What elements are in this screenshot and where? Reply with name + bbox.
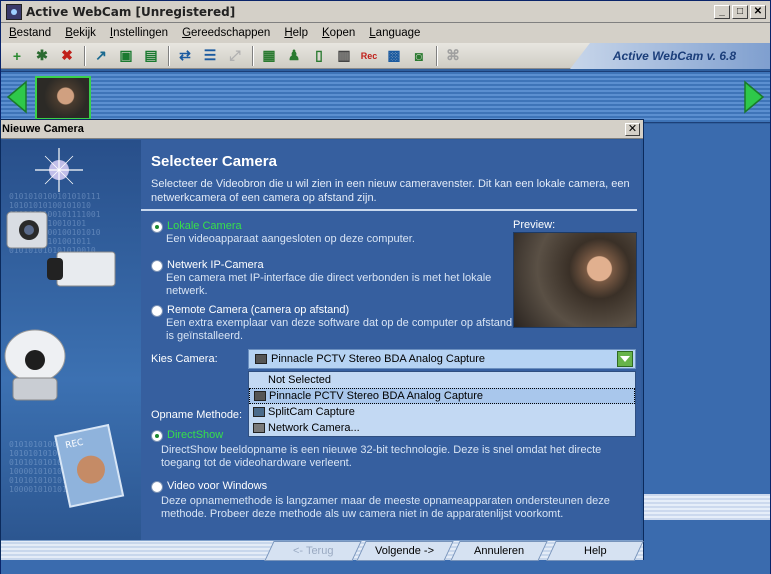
source-label: Remote Camera (camera op afstand): [167, 304, 350, 316]
toolbar-separator: [436, 45, 438, 66]
method-label: DirectShow: [167, 429, 224, 441]
camera-artwork: 0101010100101010111 10101010100101010 01…: [1, 140, 141, 540]
camera-dropdown-list: Not Selected Pinnacle PCTV Stereo BDA An…: [248, 371, 636, 437]
add-camera-icon[interactable]: +: [7, 46, 27, 66]
source-description: Een extra exemplaar van deze software da…: [166, 317, 513, 342]
cancel-button[interactable]: Annuleren: [450, 541, 548, 561]
cameras-illustration: REC: [4, 148, 125, 508]
camera-select[interactable]: Pinnacle PCTV Stereo BDA Analog Capture: [248, 349, 636, 369]
camera-strip: [1, 71, 770, 123]
radio-button[interactable]: [151, 430, 163, 442]
kies-camera-label: Kies Camera:: [151, 353, 218, 365]
source-option-network[interactable]: Netwerk IP-Camera: [151, 259, 264, 272]
network-icon[interactable]: ⌘: [443, 46, 463, 66]
record-icon[interactable]: Rec: [359, 46, 379, 66]
intro-text: Selecteer de Videobron die u wil zien in…: [151, 178, 630, 204]
monitor-icon[interactable]: ▦: [259, 46, 279, 66]
open-icon[interactable]: ↗: [91, 46, 111, 66]
dropdown-option[interactable]: Network Camera...: [249, 420, 635, 436]
source-option-local[interactable]: Lokale Camera: [151, 220, 242, 233]
divider: [141, 209, 637, 211]
camera-select-value: Pinnacle PCTV Stereo BDA Analog Capture: [271, 353, 486, 365]
source-label: Netwerk IP-Camera: [167, 259, 264, 271]
toolbar: + ✱ ✖ ↗ ▣ ▤ ⇄ ☰ ⤢ ▦ ♟ ▯ ▥ Rec ▩ ◙ ⌘ Acti…: [1, 43, 770, 69]
method-description: Deze opnamemethode is langzamer maar de …: [161, 495, 610, 520]
help-button[interactable]: Help: [546, 541, 644, 561]
opname-methode-label: Opname Methode:: [151, 409, 243, 421]
menu-bekijk[interactable]: Bekijk: [57, 27, 102, 39]
chevron-down-icon[interactable]: [617, 351, 633, 367]
users-icon[interactable]: ♟: [284, 46, 304, 66]
source-description: Een camera met IP-interface die direct v…: [166, 272, 492, 297]
minimize-button[interactable]: _: [714, 4, 730, 19]
sparkle-icon: [35, 148, 83, 192]
photo-icon[interactable]: ◙: [409, 46, 429, 66]
brand-label: Active WebCam v. 6.8: [570, 43, 770, 69]
list-icon[interactable]: ☰: [200, 46, 220, 66]
radio-button[interactable]: [151, 260, 163, 272]
source-label: Lokale Camera: [167, 220, 242, 232]
capture-device-icon: [255, 354, 267, 364]
save-icon[interactable]: ▣: [116, 46, 136, 66]
next-button[interactable]: Volgende ->: [356, 541, 454, 561]
fullscreen-icon[interactable]: ⤢: [225, 46, 245, 66]
menu-help[interactable]: Help: [276, 27, 314, 39]
snapshot-grid-icon[interactable]: ▩: [384, 46, 404, 66]
new-camera-dialog: Nieuwe Camera ✕ 0101010100101010111 1010…: [0, 119, 644, 561]
method-option-directshow[interactable]: DirectShow: [151, 429, 223, 442]
dialog-close-button[interactable]: ✕: [625, 122, 640, 136]
network-camera-icon: [253, 423, 265, 433]
scroll-right-icon[interactable]: [743, 80, 767, 114]
toolbar-separator: [84, 45, 86, 66]
menu-bar: Bestand Bekijk Instellingen Gereedschapp…: [1, 23, 770, 43]
swap-icon[interactable]: ⇄: [175, 46, 195, 66]
dialog-title: Nieuwe Camera: [2, 123, 84, 135]
source-option-remote[interactable]: Remote Camera (camera op afstand): [151, 304, 349, 317]
radio-button[interactable]: [151, 481, 163, 493]
menu-bestand[interactable]: Bestand: [1, 27, 57, 39]
delete-camera-icon[interactable]: ✖: [57, 46, 77, 66]
menu-instellingen[interactable]: Instellingen: [102, 27, 174, 39]
title-bar: Active WebCam [Unregistered] _ □ ✕: [1, 1, 770, 23]
dropdown-option[interactable]: Not Selected: [249, 372, 635, 388]
menu-kopen[interactable]: Kopen: [314, 27, 361, 39]
film-icon[interactable]: ▥: [334, 46, 354, 66]
toolbar-separator: [252, 45, 254, 66]
source-description: Een videoapparaat aangesloten op deze co…: [166, 233, 415, 245]
page-title: Selecteer Camera: [151, 153, 277, 170]
save-all-icon[interactable]: ▤: [141, 46, 161, 66]
method-label: Video voor Windows: [167, 480, 268, 492]
scroll-left-icon[interactable]: [4, 80, 28, 114]
camera-settings-icon[interactable]: ✱: [32, 46, 52, 66]
close-button[interactable]: ✕: [750, 4, 766, 19]
camera-preview: [513, 232, 637, 328]
dialog-title-bar: Nieuwe Camera ✕: [1, 120, 643, 139]
splitcam-icon: [253, 407, 265, 417]
maximize-button[interactable]: □: [732, 4, 748, 19]
menu-gereedschappen[interactable]: Gereedschappen: [174, 27, 276, 39]
toolbar-separator: [168, 45, 170, 66]
radio-button[interactable]: [151, 221, 163, 233]
preview-label: Preview:: [513, 219, 556, 231]
capture-device-icon: [254, 391, 266, 401]
menu-language[interactable]: Language: [361, 27, 426, 39]
webcam-app-icon: [6, 3, 22, 20]
dropdown-option[interactable]: Pinnacle PCTV Stereo BDA Analog Capture: [249, 388, 635, 404]
security-camera-icon: [6, 211, 48, 249]
document-icon[interactable]: ▯: [309, 46, 329, 66]
window-title: Active WebCam [Unregistered]: [26, 4, 236, 19]
back-button[interactable]: <- Terug: [264, 541, 362, 561]
radio-button[interactable]: [151, 305, 163, 317]
status-strip: [642, 494, 770, 520]
dropdown-option[interactable]: SplitCam Capture: [249, 404, 635, 420]
dialog-body: 0101010100101010111 10101010100101010 01…: [1, 140, 643, 540]
method-description: DirectShow beeldopname is een nieuwe 32-…: [161, 444, 602, 469]
box-camera-icon: [47, 251, 116, 287]
dialog-content: Selecteer Camera Selecteer de Videobron …: [141, 140, 641, 540]
wizard-footer: <- Terug Volgende -> Annuleren Help: [1, 540, 644, 561]
rec-photo-icon: REC: [54, 423, 125, 508]
method-option-vfw[interactable]: Video voor Windows: [151, 480, 267, 493]
dome-camera-icon: [4, 329, 66, 401]
camera-thumbnail[interactable]: [35, 76, 91, 120]
